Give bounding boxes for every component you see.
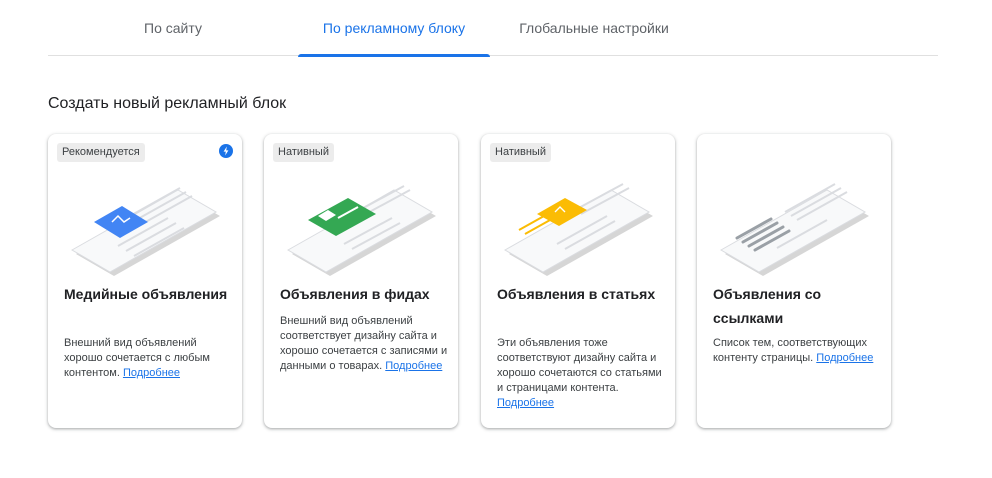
description-text: Эти объявления тоже соответствуют дизайн… (497, 337, 662, 394)
section-title: Создать новый рекламный блок (48, 95, 287, 112)
tab-bar: По сайту По рекламному блоку Глобальные … (48, 0, 938, 57)
card-description: Внешний вид объявлений хорошо сочетается… (64, 336, 232, 381)
lightning-bolt-icon (219, 144, 233, 158)
card-title: Медийные объявления (64, 286, 228, 302)
tab-label: По рекламному блоку (322, 20, 466, 36)
tab-label: Глобальные настройки (519, 20, 669, 36)
tab-global-settings[interactable]: Глобальные настройки (506, 0, 682, 56)
learn-more-link[interactable]: Подробнее (497, 397, 554, 409)
card-description: Эти объявления тоже соответствуют дизайн… (497, 336, 665, 411)
article-ad-illustration (503, 183, 653, 276)
learn-more-link[interactable]: Подробнее (123, 367, 180, 379)
link-ad-illustration (719, 183, 869, 276)
card-description: Внешний вид объявлений соответствует диз… (280, 314, 448, 374)
card-title: Объявления в фидах (280, 286, 430, 302)
tab-by-site[interactable]: По сайту (103, 0, 243, 56)
card-display-ads[interactable]: Рекомендуется Медийные объявления Внешни… (48, 134, 242, 428)
card-title: Объявления в статьях (497, 286, 656, 302)
active-tab-indicator (298, 54, 490, 57)
card-in-feed-ads[interactable]: Нативный Объявления в фидах Внешний вид … (264, 134, 458, 428)
learn-more-link[interactable]: Подробнее (385, 360, 442, 372)
card-link-ads[interactable]: Объявления со ссылками Список тем, соотв… (697, 134, 891, 428)
recommended-badge: Рекомендуется (57, 143, 145, 162)
card-description: Список тем, соответствующих контенту стр… (713, 336, 881, 366)
tab-label: По сайту (144, 20, 202, 36)
feed-ad-illustration (286, 185, 436, 276)
card-in-article-ads[interactable]: Нативный Объявления в статьях Эти объявл… (481, 134, 675, 428)
media-ad-illustration (70, 187, 220, 276)
card-title: Объявления со ссылками (713, 286, 822, 326)
learn-more-link[interactable]: Подробнее (816, 352, 873, 364)
native-badge: Нативный (490, 143, 551, 162)
tab-by-ad-unit[interactable]: По рекламному блоку (298, 0, 490, 57)
native-badge: Нативный (273, 143, 334, 162)
